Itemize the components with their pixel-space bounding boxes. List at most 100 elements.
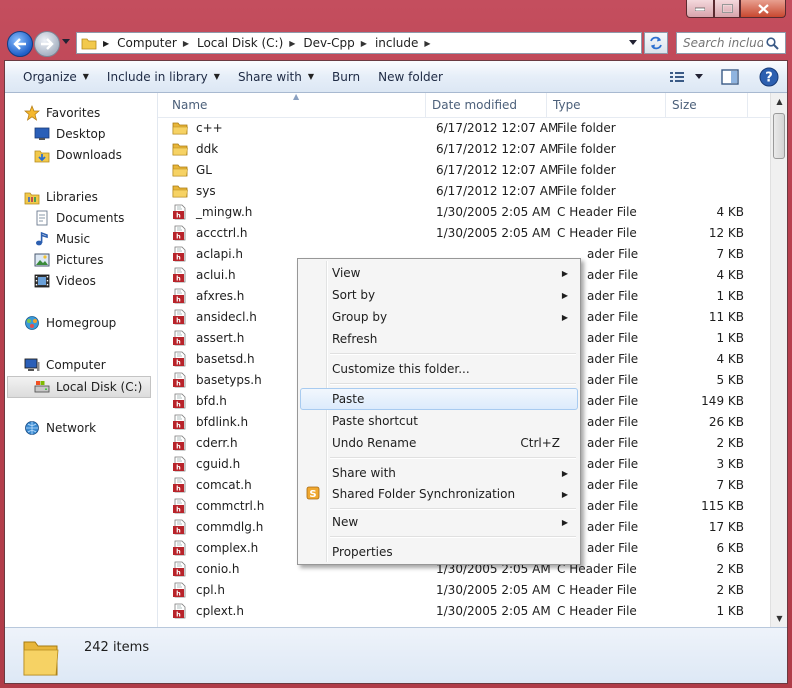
svg-text:?: ? [765,71,773,86]
file-name: cplext.h [196,604,244,618]
include-in-library-button[interactable]: Include in library ▼ [100,61,227,92]
search-icon[interactable] [766,37,779,50]
menu-item-paste[interactable]: Paste [300,388,578,410]
menu-item-group-by[interactable]: Group by ▶ [300,306,578,328]
nav-libraries[interactable]: Libraries [24,187,98,207]
nav-downloads[interactable]: Downloads [34,145,122,165]
chevron-down-icon: ▼ [307,72,314,81]
column-header-size[interactable]: Size [666,93,748,117]
refresh-button[interactable] [644,32,668,54]
menu-item-view[interactable]: View ▶ [300,262,578,284]
scroll-thumb[interactable] [773,113,785,159]
svg-text:S: S [309,489,316,500]
forward-button[interactable] [34,31,60,57]
minimize-button[interactable] [686,0,714,18]
file-name: cpl.h [196,583,225,597]
downloads-folder-icon [34,147,50,163]
share-with-button[interactable]: Share with ▼ [231,61,321,92]
column-header-date-modified[interactable]: Date modified [426,93,547,117]
close-button[interactable] [740,0,786,18]
recent-pages-dropdown[interactable] [62,39,70,45]
svg-text:h: h [176,380,181,388]
nav-pictures[interactable]: Pictures [34,250,104,270]
column-header-name[interactable]: Name [166,93,426,117]
folder-row[interactable]: GL 6/17/2012 12:07 AM File folder [158,160,770,181]
new-folder-button[interactable]: New folder [371,61,450,92]
nav-documents[interactable]: Documents [34,208,124,228]
file-row[interactable]: h cpl.h 1/30/2005 2:05 AM C Header File 2 KB [158,580,770,601]
column-header-type[interactable]: Type [547,93,666,117]
column-header-label: Size [672,98,697,112]
change-view-icon[interactable] [669,70,685,84]
column-header-label: Date modified [432,98,518,112]
file-size: 2 KB [716,583,744,597]
menu-item-new[interactable]: New ▶ [300,511,578,533]
scroll-down-button[interactable]: ▼ [771,610,787,627]
file-type: C Header File [557,583,637,597]
address-dropdown-icon[interactable] [629,40,637,46]
vertical-scrollbar[interactable]: ▲ ▼ [770,93,787,627]
include-in-library-label: Include in library [106,69,208,84]
menu-label: Group by [332,310,388,324]
address-bar[interactable]: ▶ Computer ▶ Local Disk (C:) ▶ Dev-Cpp ▶ in… [76,32,642,54]
menu-item-paste-shortcut[interactable]: Paste shortcut [300,410,578,432]
breadcrumb-separator[interactable]: ▶ [103,39,109,48]
nav-homegroup[interactable]: Homegroup [24,313,116,333]
preview-pane-icon[interactable] [721,69,739,85]
menu-label: Paste shortcut [332,414,418,428]
nav-computer[interactable]: Computer [24,355,106,375]
nav-network[interactable]: Network [24,418,96,438]
breadcrumb-separator[interactable]: ▶ [289,39,295,48]
breadcrumb-computer[interactable]: Computer ▶ [117,36,197,50]
menu-item-shared-folder-sync[interactable]: S Shared Folder Synchronization ▶ [300,483,578,505]
file-row[interactable]: h cplext.h 1/30/2005 2:05 AM C Header File 1… [158,601,770,622]
breadcrumb-dev-cpp[interactable]: Dev-Cpp ▶ [303,36,375,50]
shortcut-label: Ctrl+Z [520,436,560,450]
file-name: GL [196,163,212,177]
search-input[interactable] [683,36,763,50]
back-button[interactable] [7,31,33,57]
organize-button[interactable]: Organize ▼ [16,61,96,92]
navigation-pane: Favorites Desktop Downloads Libraries Do… [5,93,158,627]
menu-item-refresh[interactable]: Refresh [300,328,578,350]
folder-row[interactable]: c++ 6/17/2012 12:07 AM File folder [158,118,770,139]
menu-item-customize-folder[interactable]: Customize this folder... [300,358,578,380]
nav-label: Homegroup [46,316,117,330]
burn-button[interactable]: Burn [325,61,367,92]
nav-desktop[interactable]: Desktop [34,124,106,144]
file-name: conio.h [196,562,240,576]
nav-label: Local Disk (C:) [56,380,143,394]
breadcrumb-separator[interactable]: ▶ [424,39,430,48]
breadcrumb-include[interactable]: include ▶ [375,36,439,50]
file-name: assert.h [196,331,245,345]
videos-icon [34,273,50,289]
file-row[interactable]: h accctrl.h 1/30/2005 2:05 AM C Header File… [158,223,770,244]
scroll-up-button[interactable]: ▲ [771,93,787,110]
maximize-button[interactable] [714,0,740,18]
nav-videos[interactable]: Videos [34,271,96,291]
nav-music[interactable]: Music [34,229,90,249]
folder-row[interactable]: ddk 6/17/2012 12:07 AM File folder [158,139,770,160]
view-dropdown-icon[interactable] [695,74,703,80]
file-type: ader File [587,457,639,471]
submenu-arrow-icon: ▶ [561,490,568,499]
menu-item-properties[interactable]: Properties [300,541,578,563]
menu-label: Refresh [332,332,378,346]
c-header-file-icon: h [172,330,188,346]
help-icon[interactable]: ? [759,67,779,87]
breadcrumb-separator[interactable]: ▶ [361,39,367,48]
menu-item-share-with[interactable]: Share with ▶ [300,462,578,484]
menu-item-undo-rename[interactable]: Undo Rename Ctrl+Z [300,432,578,454]
breadcrumb-label: Computer [117,36,177,50]
computer-icon [24,357,40,373]
nav-local-disk[interactable]: Local Disk (C:) [7,376,151,398]
nav-favorites[interactable]: Favorites [24,103,100,123]
folder-row[interactable]: sys 6/17/2012 12:07 AM File folder [158,181,770,202]
file-name: commdlg.h [196,520,264,534]
menu-item-sort-by[interactable]: Sort by ▶ [300,284,578,306]
file-row[interactable]: h _mingw.h 1/30/2005 2:05 AM C Header File 4… [158,202,770,223]
folder-icon [172,141,188,157]
breadcrumb-local-disk[interactable]: Local Disk (C:) ▶ [197,36,303,50]
breadcrumb-separator[interactable]: ▶ [183,39,189,48]
svg-text:h: h [176,464,181,472]
